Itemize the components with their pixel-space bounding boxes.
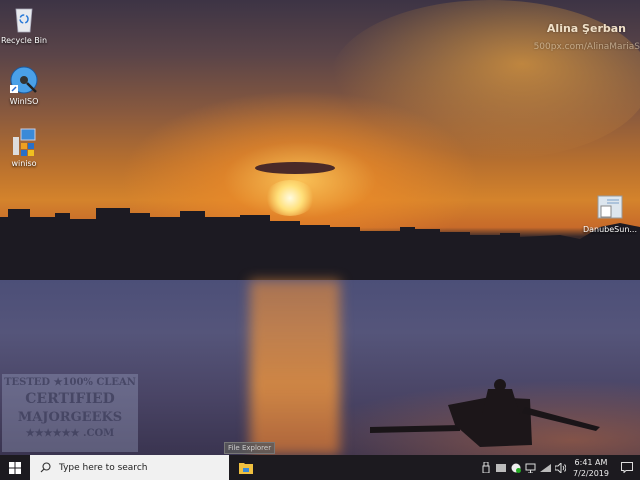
vmware-icon[interactable] [493,455,508,480]
recycle-bin-icon [9,4,39,34]
desktop-icon-danube-image[interactable]: DanubeSun... [580,193,640,234]
installer-icon [9,127,39,157]
clock-time: 6:41 AM [574,457,608,467]
network-icon[interactable] [523,455,538,480]
taskbar: Type here to search 6:41 AM 7/2/2019 [0,455,640,480]
desktop-icon-label: WinISO [9,97,39,106]
watermark-text: ★★★★★★ .COM [25,428,115,439]
defender-shield-icon[interactable] [508,455,523,480]
desktop-icon-winiso-shortcut[interactable]: WinISO [0,65,54,106]
volume-icon[interactable] [553,455,568,480]
photo-credit-name: Alina Şerban [546,22,626,35]
desktop-icon-label: winiso [11,159,37,168]
power-icon[interactable] [538,455,553,480]
clock-date: 7/2/2019 [573,468,609,478]
watermark-text: TESTED ★100% CLEAN [4,377,136,388]
desktop-icon-label: DanubeSun... [582,225,638,234]
system-tray: 6:41 AM 7/2/2019 [478,455,640,480]
search-icon [40,462,51,473]
start-button[interactable] [0,455,30,480]
watermark-text: MAJORGEEKS [17,410,123,425]
rowboat-silhouette [370,379,600,447]
search-placeholder: Type here to search [59,462,148,473]
city-skyline [0,208,640,283]
majorgeeks-watermark: TESTED ★100% CLEAN CERTIFIED MAJORGEEKS … [2,374,138,452]
photo-credit-url: 500px.com/AlinaMariaS [533,42,640,52]
file-explorer-tooltip: File Explorer [224,442,276,454]
desktop-icon-label: Recycle Bin [0,36,48,45]
taskbar-search-box[interactable]: Type here to search [30,455,229,480]
folder-icon [239,462,253,474]
taskbar-file-explorer[interactable] [230,455,262,480]
winiso-disc-icon [9,65,39,95]
windows-logo-icon [9,461,21,474]
watermark-text: CERTIFIED [25,391,115,407]
usb-device-icon[interactable] [478,455,493,480]
notification-icon [621,462,633,473]
taskbar-clock[interactable]: 6:41 AM 7/2/2019 [568,457,614,479]
desktop-icon-winiso-installer[interactable]: winiso [0,127,54,168]
image-file-icon [595,193,625,223]
desktop-icon-recycle-bin[interactable]: Recycle Bin [0,4,54,45]
action-center-button[interactable] [614,462,640,473]
